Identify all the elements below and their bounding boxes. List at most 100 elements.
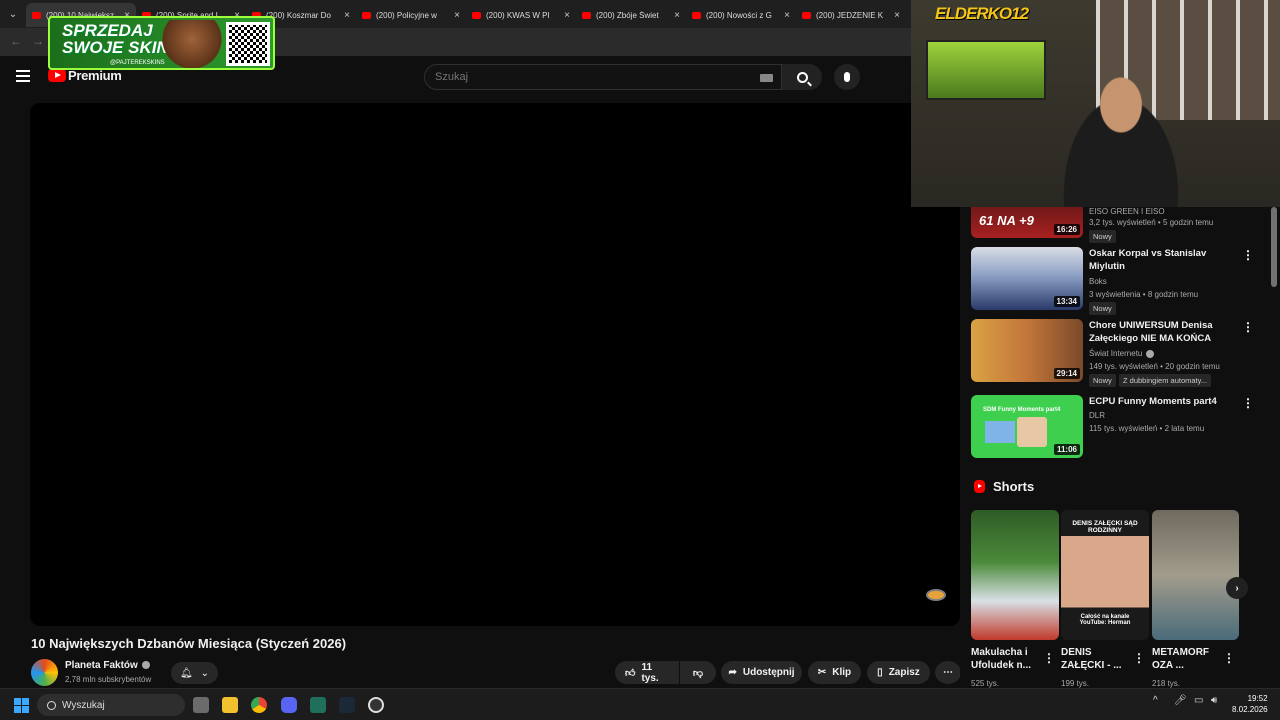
short-title[interactable]: Makulacha i Ufoludek n...: [971, 646, 1041, 672]
steam-icon[interactable]: [339, 697, 355, 713]
short-thumbnail[interactable]: DENIS ZAŁĘCKI SĄD RODZINNY Całość na kan…: [1061, 510, 1149, 640]
windows-taskbar: Wyszukaj ^ 🎤︎ ▭ 🔊︎ 19:52 8.02.2026: [0, 688, 1280, 720]
clock-time: 19:52: [1247, 694, 1268, 703]
dislike-button[interactable]: 👎︎: [680, 661, 716, 684]
recommendation-item[interactable]: 29:14 Chore UNIWERSUM Denisa Załęckiego …: [971, 319, 1271, 387]
video-thumbnail[interactable]: SDM Funny Moments part4 11:06: [971, 395, 1083, 458]
tab-title: (200) Zbóje Świet: [596, 10, 659, 20]
video-thumbnail[interactable]: 61 NA +9 16:26: [971, 207, 1083, 238]
video-title: 10 Największych Dzbanów Miesiąca (Stycze…: [31, 636, 347, 651]
search-button[interactable]: [782, 64, 822, 90]
thumbnail-image: [985, 421, 1015, 443]
thumbnail-text: 61 NA +9: [979, 213, 1034, 228]
taskbar-search[interactable]: Wyszukaj: [37, 694, 185, 716]
tab-list-dropdown-button[interactable]: ⌄: [0, 0, 26, 28]
browser-tab[interactable]: (200) KWAS W PI ×: [466, 3, 576, 27]
recommendation-item[interactable]: 61 NA +9 16:26 EISO GREEN I EISO 3,2 tys…: [971, 207, 1271, 243]
streamer: [1041, 60, 1201, 207]
shorts-next-button[interactable]: ›: [1226, 577, 1248, 599]
tab-close-icon[interactable]: ×: [344, 10, 350, 21]
video-thumbnail[interactable]: 13:34: [971, 247, 1083, 310]
like-count: 11 tys.: [641, 661, 659, 684]
chrome-icon[interactable]: [251, 697, 267, 713]
recommendation-item[interactable]: SDM Funny Moments part4 11:06 ECPU Funny…: [971, 395, 1271, 461]
scissors-icon: ✂: [817, 667, 827, 678]
chevron-up-icon[interactable]: ^: [1153, 695, 1158, 706]
network-icon[interactable]: ▭: [1194, 695, 1203, 706]
browser-tab[interactable]: (200) Nowości z G ×: [686, 3, 796, 27]
tab-title: (200) JEDZENIE K: [816, 10, 884, 20]
channel-watermark-icon: [928, 591, 944, 599]
forward-arrow-icon[interactable]: →: [32, 34, 44, 48]
save-button[interactable]: ▯ Zapisz: [867, 661, 930, 684]
microphone-icon: [844, 72, 850, 82]
video-player[interactable]: [30, 103, 960, 626]
short-thumbnail[interactable]: [971, 510, 1059, 640]
search-box[interactable]: [424, 64, 782, 90]
chevron-down-icon: ⌄: [200, 667, 210, 679]
channel-name[interactable]: Planeta Faktów: [65, 660, 150, 671]
more-vertical-icon[interactable]: ⋮: [1133, 651, 1145, 665]
channel-name-text: Planeta Faktów: [65, 660, 138, 671]
youtube-favicon-icon: [582, 11, 591, 19]
streamer-webcam-overlay: ELDERKO12: [911, 0, 1280, 207]
clip-button[interactable]: ✂ Klip: [808, 661, 861, 684]
keyboard-icon[interactable]: [760, 74, 773, 82]
short-thumbnail-caption: Całość na kanale YouTube: Herman: [1079, 614, 1131, 626]
tab-close-icon[interactable]: ×: [674, 10, 680, 21]
recommendation-title: Chore UNIWERSUM Denisa Załęckiego NIE MA…: [1089, 320, 1213, 344]
more-vertical-icon[interactable]: ⋮: [1043, 651, 1055, 665]
file-explorer-icon[interactable]: [222, 697, 238, 713]
tab-close-icon[interactable]: ×: [454, 10, 460, 21]
youtube-favicon-icon: [32, 11, 41, 19]
microphone-icon[interactable]: 🎤︎: [1174, 695, 1187, 706]
voice-search-button[interactable]: [834, 64, 860, 90]
sidebar-scrollbar[interactable]: [1271, 207, 1277, 688]
system-clock[interactable]: 19:52 8.02.2026: [1232, 693, 1268, 715]
notification-bell-button[interactable]: 🔔︎ ⌄: [171, 662, 218, 684]
channel-avatar[interactable]: [31, 659, 58, 686]
clip-label: Klip: [832, 667, 852, 678]
video-duration: 11:06: [1053, 444, 1080, 455]
more-actions-button[interactable]: ⋯: [935, 661, 961, 684]
browser-tab[interactable]: (200) Zbóje Świet ×: [576, 3, 686, 27]
volume-icon[interactable]: 🔊︎: [1211, 695, 1217, 706]
more-vertical-icon[interactable]: ⋮: [1242, 249, 1254, 261]
recommendation-meta: 149 tys. wyświetleń • 20 godzin temu: [1089, 362, 1220, 371]
search-input[interactable]: [425, 65, 745, 89]
tab-close-icon[interactable]: ×: [784, 10, 790, 21]
browser-tab[interactable]: (200) JEDZENIE K ×: [796, 3, 906, 27]
recommendation-item[interactable]: 13:34 Oskar Korpal vs Stanislav Miylutin…: [971, 247, 1271, 315]
video-thumbnail[interactable]: 29:14: [971, 319, 1083, 382]
short-title[interactable]: DENIS ZAŁĘCKI - ...: [1061, 646, 1131, 672]
short-title[interactable]: METAMORF OZA ...: [1152, 646, 1222, 672]
logo-text: Premium: [68, 68, 122, 83]
share-button[interactable]: ➦ Udostępnij: [721, 661, 802, 684]
channel-text: Świat Internetu: [1089, 349, 1143, 358]
windows-start-icon[interactable]: [14, 698, 29, 713]
shorts-icon: [974, 480, 985, 493]
search-icon: [796, 71, 808, 83]
youtube-premium-logo[interactable]: Premium: [48, 68, 122, 83]
recommendation-title: Oskar Korpal vs Stanislav Miylutin: [1089, 248, 1207, 272]
short-thumbnail[interactable]: [1152, 510, 1239, 640]
tab-close-icon[interactable]: ×: [894, 10, 900, 21]
new-badge: Nowy: [1089, 230, 1116, 243]
back-arrow-icon[interactable]: ←: [10, 34, 22, 48]
dog-mascot-image: [162, 20, 222, 68]
thumbs-up-icon: 👍︎: [625, 667, 636, 679]
more-vertical-icon[interactable]: ⋮: [1242, 397, 1254, 409]
verified-icon: [141, 661, 150, 670]
like-button[interactable]: 👍︎ 11 tys.: [615, 661, 679, 684]
xbox-app-icon[interactable]: [310, 697, 326, 713]
share-icon: ➦: [728, 667, 737, 678]
browser-tab[interactable]: (200) Policyjne w ×: [356, 3, 466, 27]
more-vertical-icon[interactable]: ⋮: [1242, 321, 1254, 333]
more-vertical-icon[interactable]: ⋮: [1223, 651, 1235, 665]
obs-icon[interactable]: [368, 697, 384, 713]
task-view-icon[interactable]: [193, 697, 209, 713]
discord-icon[interactable]: [281, 697, 297, 713]
menu-icon[interactable]: [16, 70, 30, 82]
tab-close-icon[interactable]: ×: [564, 10, 570, 21]
tab-title: (200) Koszmar Do: [266, 10, 331, 20]
